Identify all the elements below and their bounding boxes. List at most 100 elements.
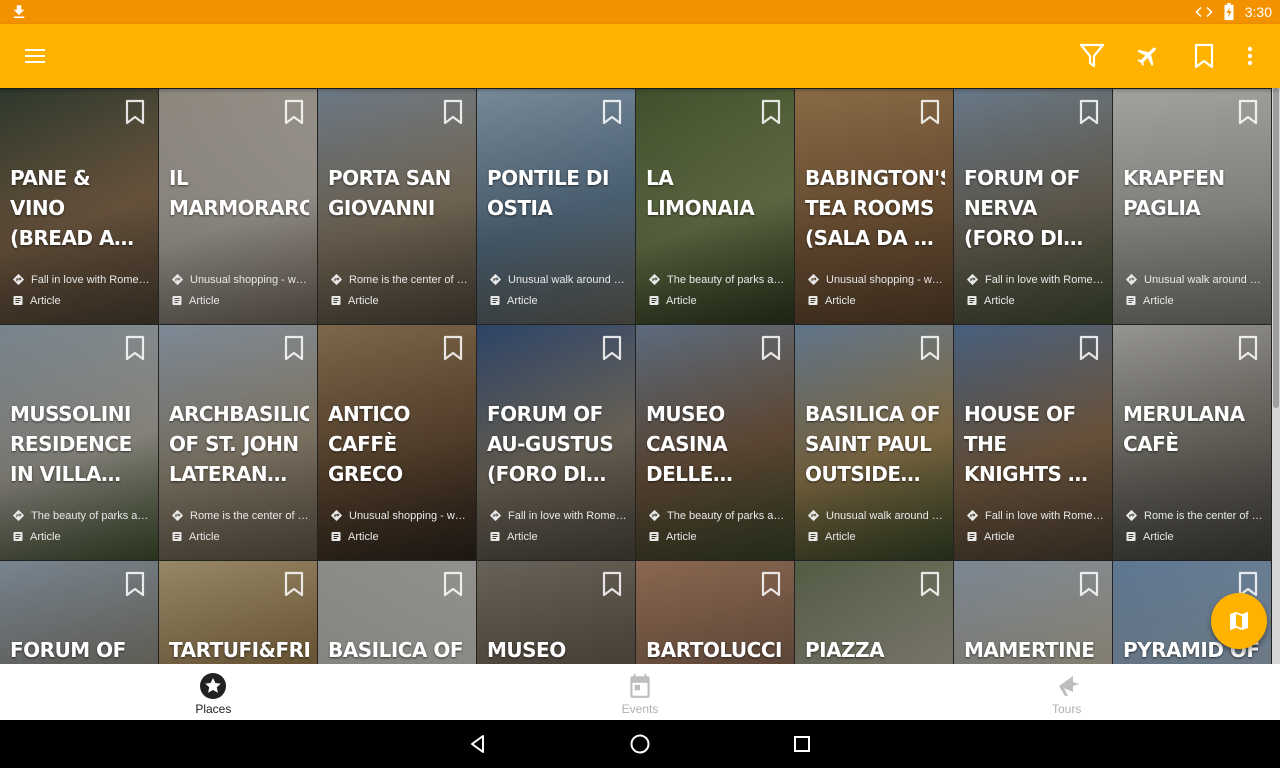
bookmark-icon	[1079, 335, 1099, 361]
system-home-button[interactable]	[628, 732, 652, 756]
directions-icon	[1126, 510, 1137, 521]
place-bookmark-button[interactable]	[760, 571, 782, 597]
nav-item-tours[interactable]: Tours	[853, 664, 1280, 720]
place-category: The beauty of parks an…	[648, 509, 786, 522]
place-category: Fall in love with Rome …	[12, 273, 150, 286]
place-bookmark-button[interactable]	[601, 99, 623, 125]
map-fab-button[interactable]	[1211, 593, 1267, 649]
place-card[interactable]: BARTOLUCCI	[636, 561, 794, 664]
place-card[interactable]: ANTICO CAFFÈ GRECO Unusual shopping - wh……	[318, 325, 476, 560]
status-time: 3:30	[1244, 4, 1272, 20]
place-card[interactable]: FORUM OF	[0, 561, 158, 664]
place-bookmark-button[interactable]	[124, 335, 146, 361]
article-icon	[13, 296, 23, 305]
place-bookmark-button[interactable]	[760, 335, 782, 361]
filter-button[interactable]	[1072, 40, 1112, 72]
status-bar: 3:30	[0, 0, 1280, 24]
place-card[interactable]: FORUM OF NERVA (FORO DI NERVA) Fall in lo…	[954, 89, 1112, 324]
place-bookmark-button[interactable]	[283, 571, 305, 597]
place-card[interactable]: MUSSOLINI RESIDENCE IN VILLA TORLONI… The…	[0, 325, 158, 560]
directions-icon	[808, 274, 819, 285]
place-bookmark-button[interactable]	[1237, 335, 1259, 361]
place-bookmark-button[interactable]	[919, 571, 941, 597]
place-card[interactable]: PORTA SAN GIOVANNI Rome is the center of …	[318, 89, 476, 324]
place-bookmark-button[interactable]	[283, 335, 305, 361]
place-type: Article	[12, 530, 150, 543]
places-grid[interactable]: PANE & VINO (BREAD AND WINE) Fall in love…	[0, 88, 1272, 664]
bookmarks-button[interactable]	[1184, 40, 1224, 72]
directions-icon	[331, 274, 342, 285]
place-bookmark-button[interactable]	[442, 571, 464, 597]
place-bookmark-button[interactable]	[124, 571, 146, 597]
place-card[interactable]: MAMERTINE	[954, 561, 1112, 664]
place-type-text: Article	[30, 530, 61, 543]
bookmark-icon	[1238, 335, 1258, 361]
bookmark-icon	[125, 571, 145, 597]
place-category-text: Unusual walk around R…	[508, 273, 627, 286]
system-recents-button[interactable]	[790, 732, 814, 756]
place-title: KRAPFEN PAGLIA	[1123, 166, 1225, 220]
place-bookmark-button[interactable]	[1237, 99, 1259, 125]
nav-item-events[interactable]: Events	[427, 664, 854, 720]
bookmark-icon	[761, 571, 781, 597]
place-bookmark-button[interactable]	[919, 335, 941, 361]
place-card[interactable]: KRAPFEN PAGLIA Unusual walk around R… Arti…	[1113, 89, 1271, 324]
bookmark-icon	[1079, 571, 1099, 597]
star-circle-icon	[200, 673, 227, 699]
place-title: TARTUFI&FRIEN	[169, 638, 309, 662]
more-options-button[interactable]	[1230, 40, 1270, 72]
place-title: LA LIMONAIA	[646, 166, 755, 220]
place-card[interactable]: TARTUFI&FRIEN	[159, 561, 317, 664]
place-bookmark-button[interactable]	[760, 99, 782, 125]
place-category-text: Fall in love with Rome …	[985, 273, 1104, 286]
place-category-text: Rome is the center of …	[190, 509, 309, 522]
place-card[interactable]: ARCHBASILICA OF ST. JOHN LATERAN (BASI… R…	[159, 325, 317, 560]
place-card[interactable]: BABINGTON'S TEA ROOMS (SALA DA TÈ B… Unus…	[795, 89, 953, 324]
place-card[interactable]: BASILICA OF SAINT PAUL OUTSIDE THE … Unus…	[795, 325, 953, 560]
place-category-text: Fall in love with Rome …	[31, 273, 150, 286]
nav-item-places[interactable]: Places	[0, 664, 427, 720]
place-card[interactable]: PIAZZA MARTIN	[795, 561, 953, 664]
scrollbar-thumb[interactable]	[1273, 88, 1279, 408]
place-card[interactable]: IL MARMORARO Unusual shopping - wh… Articl…	[159, 89, 317, 324]
place-bookmark-button[interactable]	[1078, 335, 1100, 361]
place-card[interactable]: BASILICA OF	[318, 561, 476, 664]
place-bookmark-button[interactable]	[1078, 571, 1100, 597]
place-bookmark-button[interactable]	[601, 571, 623, 597]
place-card[interactable]: PONTILE DI OSTIA Unusual walk around R… Ar…	[477, 89, 635, 324]
place-bookmark-button[interactable]	[601, 335, 623, 361]
menu-button[interactable]	[16, 40, 56, 72]
place-bookmark-button[interactable]	[442, 335, 464, 361]
place-bookmark-button[interactable]	[919, 99, 941, 125]
place-card[interactable]: MUSEO CASINA DELLE CIVETTE The beauty of …	[636, 325, 794, 560]
place-category: Rome is the center of …	[171, 509, 309, 522]
battery-charging-icon	[1224, 3, 1234, 21]
place-card[interactable]: FORUM OF AU-GUSTUS (FORO DI AUGUSTO) Fall…	[477, 325, 635, 560]
nav-label-events: Events	[621, 702, 659, 716]
place-card[interactable]: PANE & VINO (BREAD AND WINE) Fall in love…	[0, 89, 158, 324]
system-navigation-bar	[0, 720, 1280, 768]
grid-scrollbar[interactable]	[1272, 88, 1280, 664]
place-card[interactable]: MUSEO CAPITO-	[477, 561, 635, 664]
place-type: Article	[966, 530, 1104, 543]
bookmark-icon	[920, 571, 940, 597]
place-title: FORUM OF AU-GUSTUS (FORO DI AUGUSTO)	[487, 402, 614, 486]
place-card[interactable]: MERULANA CAFÈ Rome is the center of … Arti…	[1113, 325, 1271, 560]
system-back-button[interactable]	[466, 732, 490, 756]
flight-button[interactable]	[1128, 40, 1168, 72]
place-category-text: Fall in love with Rome …	[508, 509, 627, 522]
place-bookmark-button[interactable]	[124, 99, 146, 125]
place-bookmark-button[interactable]	[442, 99, 464, 125]
place-type-text: Article	[348, 530, 379, 543]
place-card[interactable]: HOUSE OF THE KNIGHTS OF RHODES (CAS… Fall…	[954, 325, 1112, 560]
article-icon	[967, 532, 977, 541]
tour-flag-icon	[1058, 676, 1079, 696]
place-category-text: Unusual shopping - wh…	[190, 273, 309, 286]
place-category-text: Unusual walk around R…	[826, 509, 945, 522]
place-bookmark-button[interactable]	[1078, 99, 1100, 125]
place-title: ANTICO CAFFÈ GRECO	[328, 402, 410, 486]
place-bookmark-button[interactable]	[283, 99, 305, 125]
place-type-text: Article	[1143, 530, 1174, 543]
place-card[interactable]: LA LIMONAIA The beauty of parks an… Articl…	[636, 89, 794, 324]
article-icon	[490, 296, 500, 305]
